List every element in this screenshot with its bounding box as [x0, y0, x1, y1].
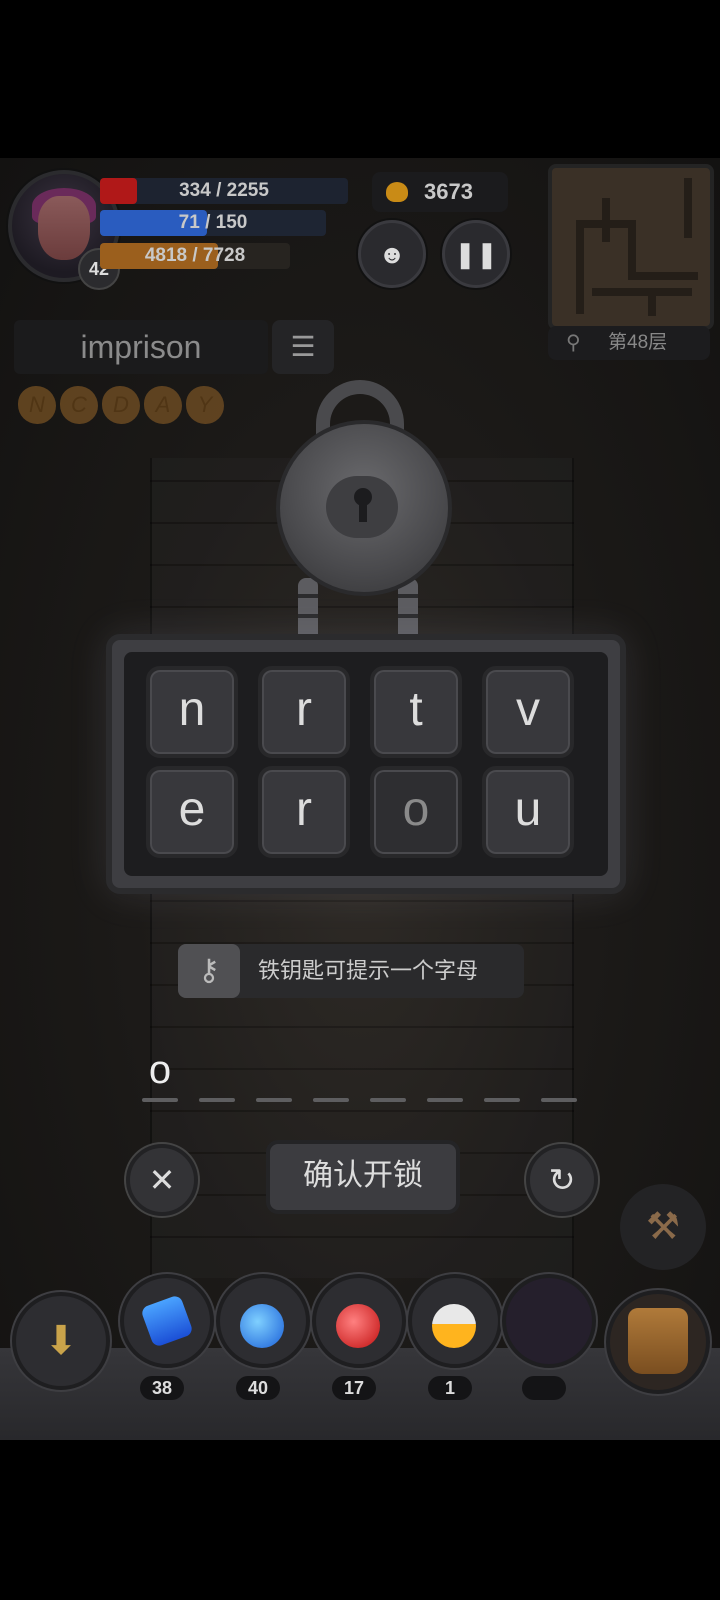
minimap[interactable]	[548, 164, 714, 330]
clear-button[interactable]: ✕	[126, 1144, 198, 1216]
mp-bar: 71 / 150	[100, 210, 326, 236]
used-letter-tile: N	[18, 386, 56, 424]
letter-key[interactable]: r	[258, 766, 350, 858]
item-count: 17	[332, 1376, 376, 1400]
letter-board: n r t v e r o u	[106, 634, 626, 894]
down-arrow-icon[interactable]: ⬇	[12, 1292, 110, 1390]
minimap-wall	[602, 198, 610, 242]
hint-text: 铁钥匙可提示一个字母	[258, 958, 479, 983]
letter-key[interactable]: v	[482, 666, 574, 758]
backpack-body	[628, 1308, 688, 1374]
letter-key[interactable]: t	[370, 666, 462, 758]
letter-key[interactable]: e	[146, 766, 238, 858]
empty-item-slot[interactable]	[502, 1274, 596, 1368]
blue-elixir-bottle-icon	[140, 1294, 194, 1348]
confirm-unlock-button[interactable]: 确认开锁	[266, 1140, 460, 1214]
used-letter-tile: D	[102, 386, 140, 424]
floor-text: 第48层	[608, 332, 668, 353]
used-letter-tile: Y	[186, 386, 224, 424]
letter-key[interactable]: r	[258, 666, 350, 758]
item-count: 38	[140, 1376, 184, 1400]
gold-coin-icon	[386, 182, 408, 202]
minimap-wall	[684, 178, 692, 238]
orange-potion-flask[interactable]	[408, 1274, 502, 1368]
minimap-wall	[628, 272, 698, 280]
gold-counter: 3673	[372, 172, 508, 212]
monster-face-icon[interactable]: ☻	[358, 220, 426, 288]
reset-button[interactable]: ↻	[526, 1144, 598, 1216]
xp-bar: 4818 / 7728	[100, 243, 290, 269]
minimap-wall	[592, 288, 692, 296]
hp-text: 334 / 2255	[179, 180, 269, 201]
target-word: imprison	[14, 320, 268, 374]
letter-key[interactable]: u	[482, 766, 574, 858]
item-count: 40	[236, 1376, 280, 1400]
item-count: 1	[428, 1376, 472, 1400]
game-screen: 42 334 / 2255 71 / 150 4818 / 7728 3673 …	[0, 158, 720, 1440]
hp-bar: 334 / 2255	[100, 178, 348, 204]
magnifier-icon: ⚲	[566, 332, 581, 354]
used-letters: N C D A Y	[18, 386, 224, 426]
hammer-icon[interactable]: ⚒	[620, 1184, 706, 1270]
answer-slot	[199, 1098, 235, 1102]
list-icon[interactable]: ☰	[272, 320, 334, 374]
keyhole-icon	[352, 488, 374, 524]
hero-face	[38, 196, 90, 260]
padlock-icon	[276, 420, 452, 596]
blue-potion-flask[interactable]	[216, 1274, 310, 1368]
answer-letter: o	[148, 1048, 172, 1092]
letter-key[interactable]: n	[146, 666, 238, 758]
used-letter-tile: C	[60, 386, 98, 424]
pause-icon[interactable]: ❚❚	[442, 220, 510, 288]
backpack-icon[interactable]	[606, 1290, 710, 1394]
red-potion-icon	[336, 1304, 380, 1348]
mp-text: 71 / 150	[178, 212, 248, 233]
orange-potion-icon	[432, 1304, 476, 1348]
answer-slot	[313, 1098, 349, 1102]
floor-indicator: ⚲ 第48层	[548, 326, 710, 360]
red-potion-flask[interactable]	[312, 1274, 406, 1368]
minimap-wall	[628, 220, 636, 280]
iron-key-icon[interactable]: ⚷	[178, 944, 240, 998]
gold-amount: 3673	[424, 179, 473, 204]
blue-potion-icon	[240, 1304, 284, 1348]
letter-board-inner: n r t v e r o u	[124, 652, 608, 876]
minimap-wall	[648, 296, 656, 316]
minimap-wall	[576, 220, 584, 314]
answer-slot	[427, 1098, 463, 1102]
used-letter-tile: A	[144, 386, 182, 424]
xp-text: 4818 / 7728	[144, 245, 246, 266]
answer-slot	[256, 1098, 292, 1102]
item-count	[522, 1376, 566, 1400]
answer-slot	[142, 1098, 178, 1102]
answer-slot	[484, 1098, 520, 1102]
answer-slot	[541, 1098, 577, 1102]
letter-key-used[interactable]: o	[370, 766, 462, 858]
hint-bar: ⚷ 铁钥匙可提示一个字母	[178, 944, 524, 998]
answer-slot	[370, 1098, 406, 1102]
blue-elixir-bottle[interactable]	[120, 1274, 214, 1368]
